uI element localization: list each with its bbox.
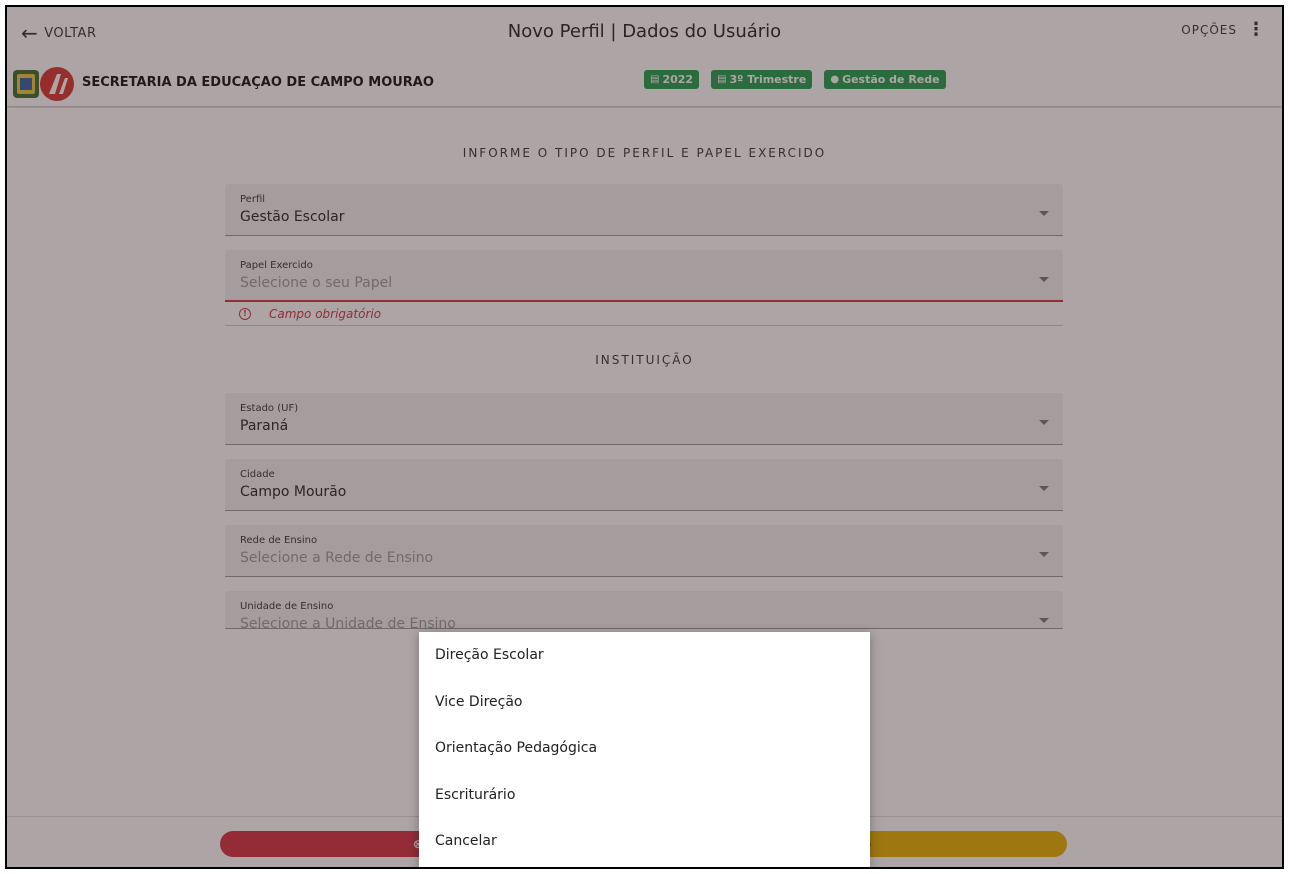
papel-options-menu: Direção Escolar Vice Direção Orientação … [419,632,870,867]
option-cancelar[interactable]: Cancelar [419,818,870,865]
option-direcao-escolar[interactable]: Direção Escolar [419,632,870,679]
option-vice-direcao[interactable]: Vice Direção [419,679,870,726]
option-escriturario[interactable]: Escriturário [419,772,870,819]
option-orientacao-pedagogica[interactable]: Orientação Pedagógica [419,725,870,772]
app-window: ← VOLTAR Novo Perfil | Dados do Usuário … [5,5,1284,869]
